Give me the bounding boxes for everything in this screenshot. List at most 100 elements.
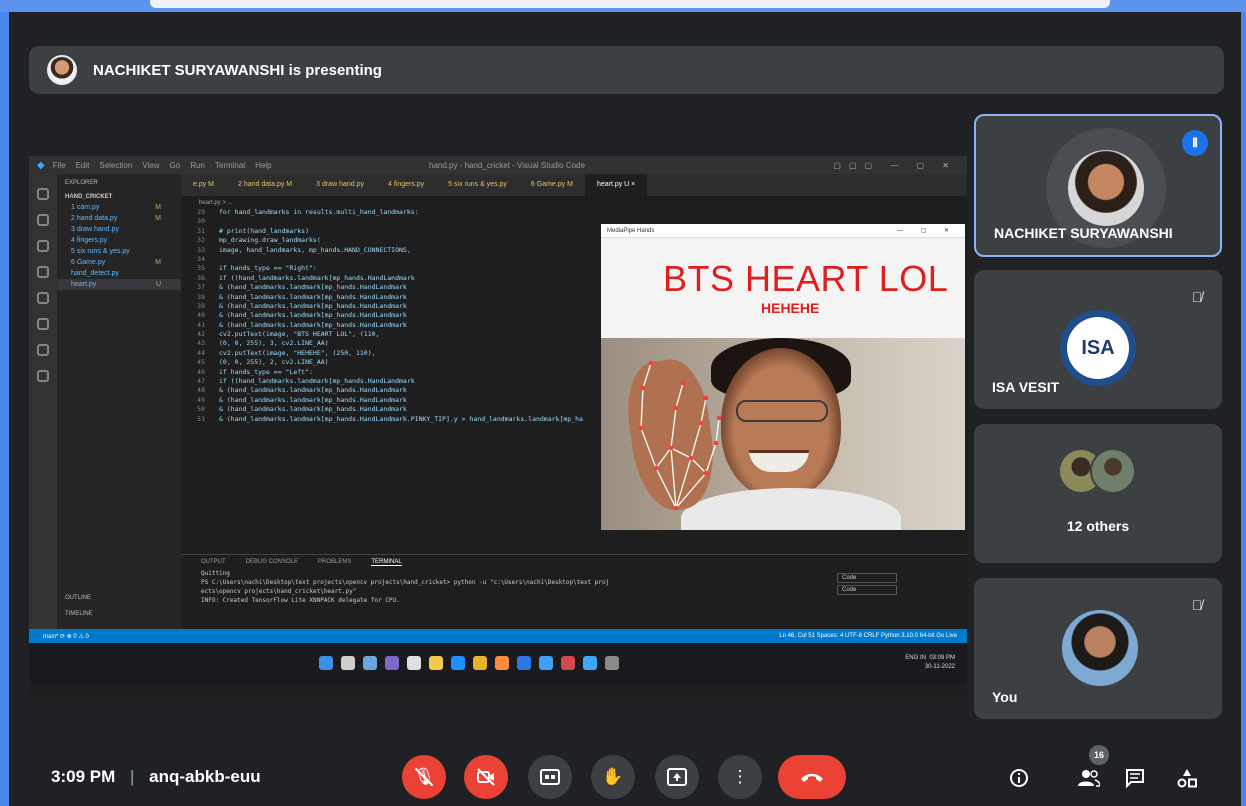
activities-button[interactable]: [1173, 764, 1201, 792]
terminal-list: Code Code: [837, 573, 897, 597]
file-name: hand_detect.py: [71, 270, 119, 277]
editor-tab[interactable]: 5 six runs & yes.py: [436, 174, 519, 196]
outline-section: OUTLINE: [65, 595, 92, 601]
editor-tab[interactable]: 6 Game.py M: [519, 174, 585, 196]
terminal-tab[interactable]: PROBLEMS: [318, 559, 351, 565]
line-number: 36: [197, 273, 205, 282]
line-number: 34: [197, 254, 205, 263]
timeline-section: TIMELINE: [65, 611, 93, 617]
line-text: cv2.putText(image, "HEHEHE", (250, 110),: [219, 348, 376, 357]
terminal-tab[interactable]: DEBUG CONSOLE: [246, 559, 298, 565]
line-text: & (hand_landmarks.landmark[mp_hands.Hand…: [219, 301, 407, 310]
raise-hand-button[interactable]: ✋: [591, 755, 635, 799]
line-text: cv2.putText(image, "BTS HEART LOL", (110…: [219, 330, 380, 339]
terminal-tab[interactable]: TERMINAL: [371, 559, 402, 566]
code-line: 34: [181, 255, 601, 264]
line-text: & (hand_landmarks.landmark[mp_hands.Hand…: [219, 292, 407, 301]
file-item[interactable]: 2 hand data.py M: [57, 213, 181, 224]
explorer-header: EXPLORER: [65, 180, 98, 186]
camera-window-title: MediaPipe Hands: [607, 227, 655, 234]
line-text: & (hand_landmarks.landmark[mp_hands.Hand…: [219, 311, 407, 320]
line-text: (0, 0, 255), 2, cv2.LINE_AA): [219, 358, 329, 367]
vscode-titlebar: ◆ File Edit Selection View Go Run Terminal Help…: [29, 156, 967, 174]
line-text: (0, 0, 255), 3, cv2.LINE_AA): [219, 339, 329, 348]
file-item[interactable]: 1 cam.py M: [57, 202, 181, 213]
tile-others[interactable]: 12 others: [974, 424, 1222, 563]
captions-button[interactable]: [528, 755, 572, 799]
code-editor: 29 for hand_landmarks in results.multi_h…: [181, 208, 601, 548]
more-options-button[interactable]: ⋮: [718, 755, 762, 799]
code-line: 29 for hand_landmarks in results.multi_h…: [181, 208, 601, 217]
overlay-text-hehe: HEHEHE: [761, 300, 820, 316]
code-line: 42 cv2.putText(image, "BTS HEART LOL", (…: [181, 330, 601, 339]
speaking-indicator-icon: ⦀: [1182, 130, 1208, 156]
menu-item: File: [52, 160, 66, 170]
line-text: if hands_type == "Right":: [219, 264, 317, 273]
line-text: & (hand_landmarks.landmark[mp_hands.Hand…: [219, 386, 407, 395]
vscode-logo-icon: ◆: [37, 159, 45, 171]
menu-item: Terminal: [214, 160, 246, 170]
camera-window-controls: — ▢ ✕: [896, 228, 957, 234]
code-line: 47 if ((hand_landmarks.landmark[mp_hands…: [181, 377, 601, 386]
camera-toggle-button[interactable]: [464, 755, 508, 799]
editor-tab[interactable]: 3 draw hand.py: [304, 174, 376, 196]
participant-name: ISA VESIT: [992, 379, 1060, 395]
more-vert-icon: ⋮: [731, 767, 749, 786]
editor-tab[interactable]: 2 hand data.py M: [226, 174, 304, 196]
file-item[interactable]: 5 six runs & yes.py: [57, 246, 181, 257]
people-button[interactable]: [1075, 764, 1103, 792]
code-line: 41 & (hand_landmarks.landmark[mp_hands.H…: [181, 321, 601, 330]
menu-item: Selection: [99, 160, 133, 170]
line-text: if ((hand_landmarks.landmark[mp_hands.Ha…: [219, 273, 415, 282]
remote-icon: [37, 318, 49, 330]
participant-name: You: [992, 689, 1018, 705]
meeting-details-button[interactable]: [1005, 764, 1033, 792]
code-line: 31 # print(hand_landmarks): [181, 227, 601, 236]
source-control-icon: [37, 240, 49, 252]
code-line: 40 & (hand_landmarks.landmark[mp_hands.H…: [181, 311, 601, 320]
captions-icon: [540, 769, 560, 785]
hangup-icon: [801, 773, 823, 782]
breadcrumb: heart.py > ...: [199, 200, 233, 206]
code-line: 43 (0, 0, 255), 3, cv2.LINE_AA): [181, 339, 601, 348]
leave-call-button[interactable]: [778, 755, 846, 799]
line-number: 35: [197, 264, 205, 273]
search-icon: [37, 214, 49, 226]
tile-you[interactable]: 🎙̸ You: [974, 578, 1222, 719]
participant-count-badge: 16: [1089, 745, 1109, 765]
editor-tab[interactable]: e.py M: [181, 174, 226, 196]
chat-button[interactable]: [1121, 764, 1149, 792]
file-status: U: [155, 281, 161, 288]
system-tray: ENG IN 03:09 PM 30-11-2022: [905, 654, 955, 672]
mic-toggle-button[interactable]: 🎙: [402, 755, 446, 799]
file-item[interactable]: heart.py U: [57, 279, 181, 290]
file-item[interactable]: 4 fingers.py: [57, 235, 181, 246]
python-icon: [605, 656, 619, 670]
present-now-button[interactable]: [655, 755, 699, 799]
file-item[interactable]: 6 Game.py M: [57, 257, 181, 268]
status-left: main* ⟳ ⊗ 0 ⚠ 0: [43, 633, 89, 640]
run-debug-icon: [37, 266, 49, 278]
menu-item: Go: [169, 160, 181, 170]
terminal-tab[interactable]: OUTPUT: [201, 559, 226, 565]
file-name: 3 draw hand.py: [71, 226, 119, 233]
file-item[interactable]: 3 draw hand.py: [57, 224, 181, 235]
file-status: M: [155, 215, 161, 222]
app2-icon: [561, 656, 575, 670]
code-line: 35 if hands_type == "Right":: [181, 264, 601, 273]
tray-date: 30-11-2022: [924, 664, 955, 670]
editor-tab[interactable]: heart.py U ×: [584, 174, 648, 196]
project-folder: HAND_CRICKET: [65, 194, 113, 200]
avatar: [1090, 448, 1136, 494]
tile-isa-vesit[interactable]: ISA 🎙̸ ISA VESIT: [974, 270, 1222, 409]
file-item[interactable]: hand_detect.py: [57, 268, 181, 279]
editor-tab[interactable]: 4 fingers.py: [376, 174, 436, 196]
code-line: 45 (0, 0, 255), 2, cv2.LINE_AA): [181, 358, 601, 367]
line-number: 40: [197, 311, 205, 320]
line-number: 49: [197, 395, 205, 404]
presenting-text: NACHIKET SURYAWANSHI is presenting: [93, 61, 382, 79]
browser-top-strip: [0, 0, 1246, 12]
info-icon: [1010, 769, 1028, 787]
avatar: [1068, 150, 1144, 226]
tile-nachiket[interactable]: ⦀ NACHIKET SURYAWANSHI: [974, 114, 1222, 257]
